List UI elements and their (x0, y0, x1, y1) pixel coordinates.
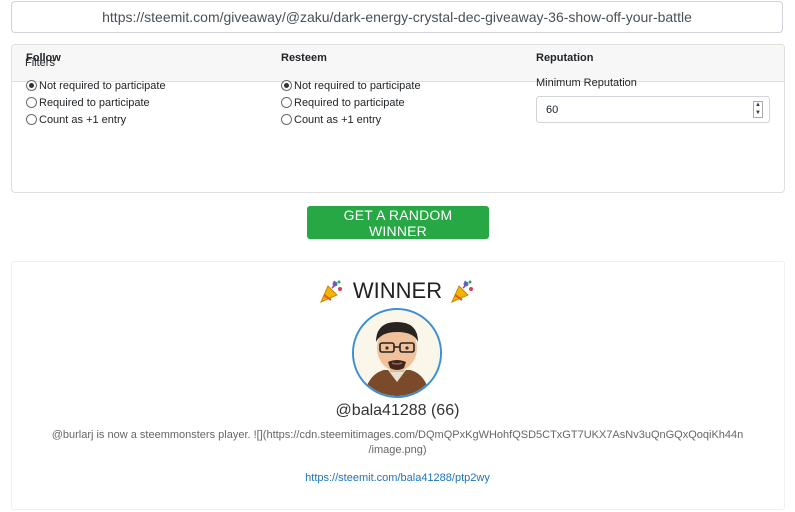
reputation-filter-group: Reputation Minimum Reputation 60 ▲ ▼ (536, 52, 770, 123)
follow-option-label: Not required to participate (39, 79, 166, 92)
follow-option-label: Count as +1 entry (39, 113, 127, 126)
resteem-option-extra-entry[interactable]: Count as +1 entry (281, 111, 421, 128)
get-random-winner-button[interactable]: GET A RANDOM WINNER (307, 206, 489, 239)
resteem-title: Resteem (281, 52, 327, 64)
radio-icon[interactable] (281, 97, 292, 108)
follow-title: Follow (26, 52, 61, 64)
radio-checked-icon[interactable] (281, 80, 292, 91)
follow-filter-group: Follow Not required to participate Requi… (26, 52, 166, 128)
number-spinner-icon[interactable]: ▲ ▼ (753, 101, 763, 118)
follow-option-required[interactable]: Required to participate (26, 94, 166, 111)
radio-checked-icon[interactable] (26, 80, 37, 91)
winner-heading: WINNER (0, 278, 795, 304)
resteem-option-label: Not required to participate (294, 79, 421, 92)
resteem-filter-group: Resteem Not required to participate Requ… (281, 52, 421, 128)
follow-option-extra-entry[interactable]: Count as +1 entry (26, 111, 166, 128)
follow-option-not-required[interactable]: Not required to participate (26, 77, 166, 94)
min-reputation-input[interactable]: 60 ▲ ▼ (536, 96, 770, 123)
winner-title-text: WINNER (352, 278, 443, 303)
avatar-portrait-icon (354, 310, 440, 396)
party-popper-icon (451, 280, 474, 303)
radio-icon[interactable] (26, 97, 37, 108)
min-reputation-value: 60 (546, 103, 559, 116)
min-reputation-label: Minimum Reputation (536, 77, 637, 89)
party-popper-icon (319, 280, 342, 303)
resteem-option-not-required[interactable]: Not required to participate (281, 77, 421, 94)
winner-post-description: @burlarj is now a steemmonsters player. … (40, 428, 755, 458)
giveaway-url-input[interactable]: https://steemit.com/giveaway/@zaku/dark-… (11, 1, 783, 33)
resteem-option-label: Required to participate (294, 96, 405, 109)
resteem-option-label: Count as +1 entry (294, 113, 382, 126)
description-line: @burlarj is now a steemmonsters player. … (51, 429, 744, 441)
resteem-option-required[interactable]: Required to participate (281, 94, 421, 111)
winner-post-link[interactable]: https://steemit.com/bala41288/ptp2wy (0, 472, 795, 484)
description-line: /image.png) (368, 444, 427, 456)
radio-icon[interactable] (26, 114, 37, 125)
winner-avatar (352, 308, 442, 398)
winner-username: @bala41288 (66) (335, 402, 460, 419)
follow-option-label: Required to participate (39, 96, 150, 109)
reputation-title: Reputation (536, 52, 594, 64)
radio-icon[interactable] (281, 114, 292, 125)
